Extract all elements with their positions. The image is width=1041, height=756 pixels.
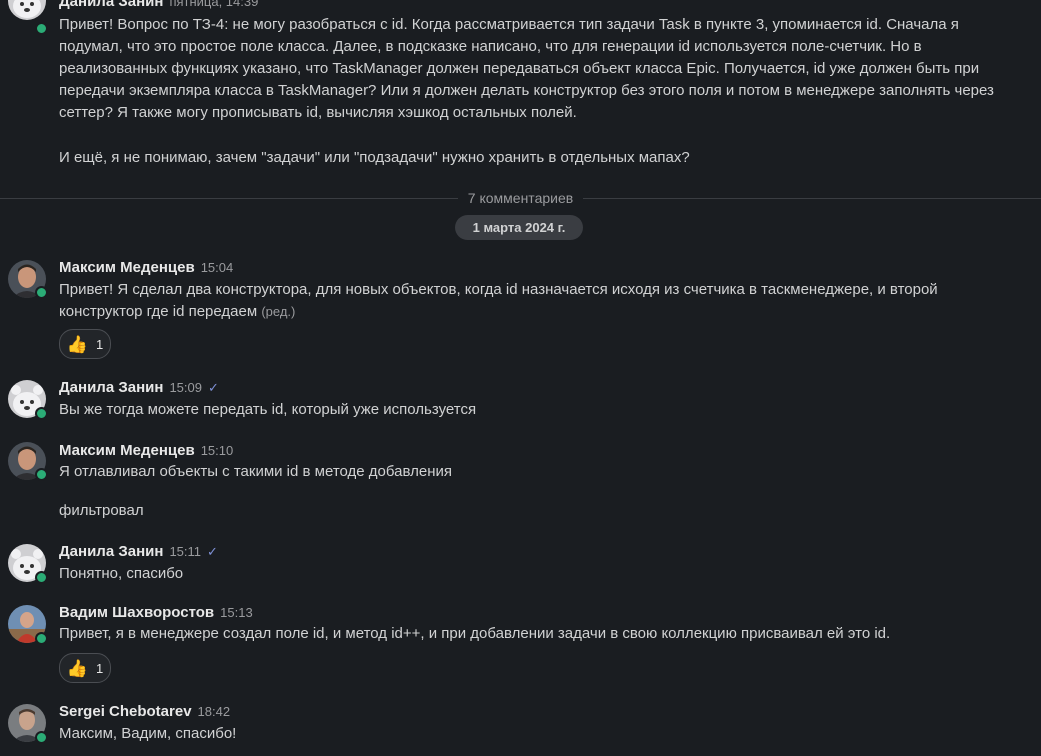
online-status-indicator <box>35 22 48 35</box>
reaction-thumbs-up[interactable]: 👍 1 <box>59 329 111 359</box>
author-name[interactable]: Максим Меденцев <box>59 442 195 459</box>
reaction-count: 1 <box>95 660 104 676</box>
thumbs-up-icon: 👍 <box>66 658 88 678</box>
reaction-thumbs-up[interactable]: 👍 1 <box>59 653 111 683</box>
author-name[interactable]: Вадим Шахворостов <box>59 604 214 621</box>
message-text-second: И ещё, я не понимаю, зачем "задачи" или … <box>59 149 690 166</box>
message-time[interactable]: 15:04 <box>201 260 234 275</box>
message-text: Максим, Вадим, спасибо! <box>59 725 237 742</box>
message-text: Привет! Вопрос по ТЗ-4: не могу разобрат… <box>59 16 994 121</box>
author-name[interactable]: Sergei Chebotarev <box>59 703 192 720</box>
reaction-count: 1 <box>95 336 104 352</box>
message-text: Привет, я в менеджере создал поле id, и … <box>59 625 891 642</box>
message-text: Я отлавливал объекты с такими id в метод… <box>59 463 452 480</box>
message-time[interactable]: 15:13 <box>220 605 253 620</box>
message-time[interactable]: 15:09 <box>169 380 202 395</box>
message-time[interactable]: 18:42 <box>198 704 231 719</box>
comments-count: 7 комментариев <box>0 188 1041 208</box>
message-text-second: фильтровал <box>59 502 144 519</box>
online-status-indicator <box>35 632 48 645</box>
online-status-indicator <box>35 571 48 584</box>
online-status-indicator <box>35 286 48 299</box>
author-name[interactable]: Максим Меденцев <box>59 259 195 276</box>
author-name[interactable]: Данила Занин <box>59 0 163 10</box>
edited-label: (ред.) <box>261 304 296 319</box>
read-check-icon: ✓ <box>207 544 218 559</box>
online-status-indicator <box>35 731 48 744</box>
date-separator[interactable]: 1 марта 2024 г. <box>455 215 583 240</box>
author-name[interactable]: Данила Занин <box>59 379 163 396</box>
message-text: Понятно, спасибо <box>59 565 184 582</box>
message-text: Вы же тогда можете передать id, который … <box>59 401 477 418</box>
author-name[interactable]: Данила Занин <box>59 543 163 560</box>
message-time[interactable]: 15:11 <box>169 544 201 559</box>
read-check-icon: ✓ <box>207 380 219 395</box>
thumbs-up-icon: 👍 <box>66 334 88 354</box>
online-status-indicator <box>35 468 48 481</box>
online-status-indicator <box>35 407 48 420</box>
message-text: Привет! Я сделал два конструктора, для н… <box>59 281 938 320</box>
avatar[interactable] <box>8 0 46 20</box>
message-time[interactable]: пятница, 14:39 <box>169 0 258 9</box>
message-time[interactable]: 15:10 <box>201 443 234 458</box>
